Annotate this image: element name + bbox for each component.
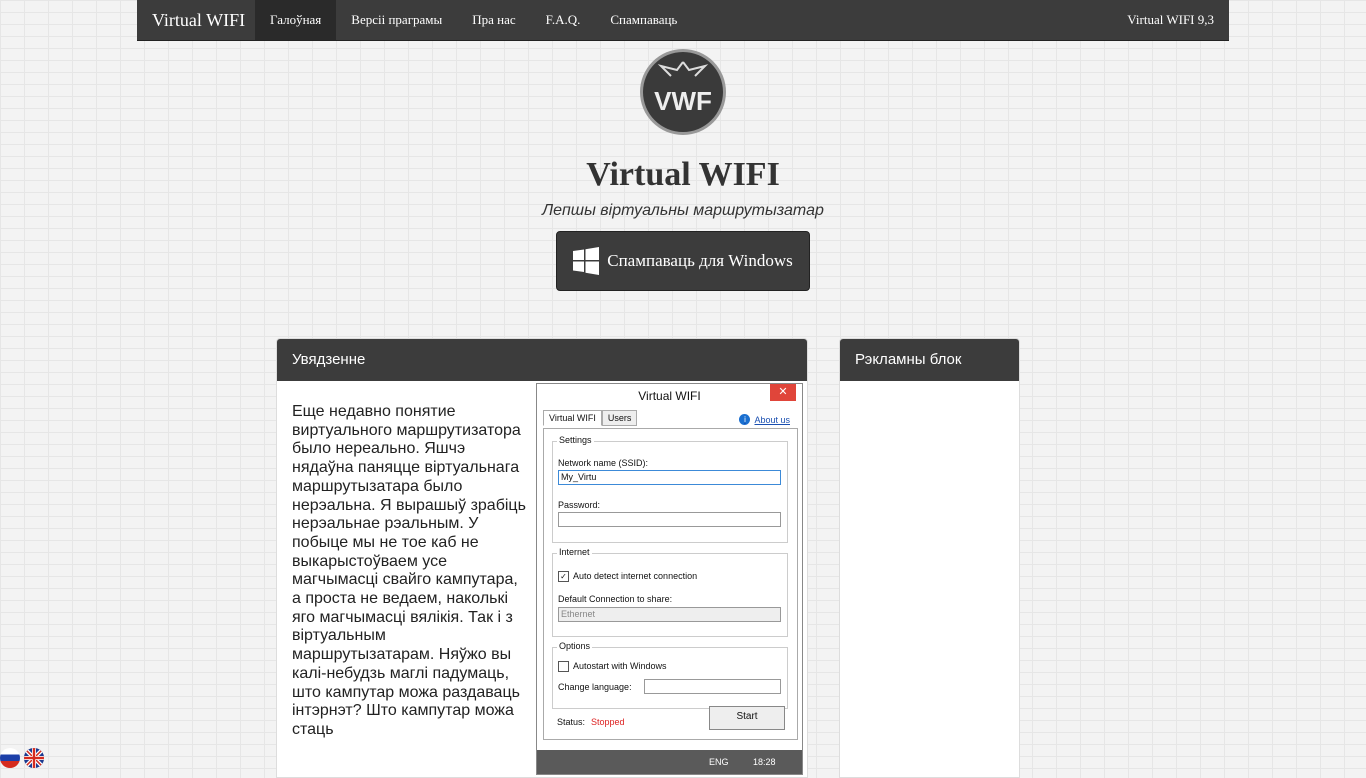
top-navbar: Virtual WIFI Галоўная Версіі праграмы Пр…	[137, 0, 1229, 41]
app-about-label: About us	[754, 414, 790, 425]
flag-ru-icon[interactable]	[0, 748, 20, 768]
settings-label: Settings	[557, 435, 594, 445]
vwf-logo: VWF	[640, 49, 726, 135]
internet-group: Internet ✓ Auto detect internet connecti…	[552, 547, 788, 637]
language-label: Change language:	[558, 682, 632, 692]
status-label: Status:	[557, 717, 586, 727]
ssid-field: My_Virtu	[558, 470, 781, 485]
page-subtitle: Лепшы віртуальны маршрутызатар	[542, 202, 824, 219]
internet-label: Internet	[557, 547, 592, 557]
app-taskbar: ENG 18:28	[537, 750, 802, 774]
default-conn-select: Ethernet	[558, 607, 781, 622]
windows-icon	[573, 247, 600, 275]
nav-item-faq[interactable]: F.A.Q.	[531, 0, 596, 40]
password-field	[558, 512, 781, 527]
app-about-link: i About us	[739, 414, 790, 425]
nav-item-download[interactable]: Спампаваць	[595, 0, 692, 40]
auto-detect-label: Auto detect internet connection	[573, 571, 698, 581]
app-tabs: Virtual WIFI Users	[543, 410, 638, 426]
app-status: Status: Stopped	[557, 717, 625, 727]
taskbar-lang: ENG	[709, 757, 729, 767]
flag-en-icon[interactable]	[24, 748, 44, 768]
download-button-label: Спампаваць для Windows	[607, 251, 793, 270]
intro-heading: Увядзенне	[277, 339, 807, 381]
nav-item-about[interactable]: Пра нас	[457, 0, 530, 40]
close-icon: ✕	[770, 384, 796, 401]
page-title: Virtual WIFI	[586, 156, 780, 193]
settings-group: Settings Network name (SSID): My_Virtu P…	[552, 435, 788, 543]
ad-panel: Рэкламны блок	[839, 338, 1020, 778]
intro-text: Еще недавно понятие виртуального маршрут…	[292, 403, 526, 738]
app-tab-users: Users	[601, 410, 638, 426]
auto-detect-checkbox: ✓	[558, 571, 569, 582]
info-icon: i	[739, 414, 751, 425]
download-windows-button[interactable]: Спампаваць для Windows	[556, 231, 810, 291]
autostart-checkbox	[558, 661, 569, 672]
main-nav: Галоўная Версіі праграмы Пра нас F.A.Q. …	[255, 0, 692, 40]
options-label: Options	[557, 641, 593, 651]
language-select	[644, 679, 781, 694]
ad-heading: Рэкламны блок	[840, 339, 1019, 381]
nav-item-versions[interactable]: Версіі праграмы	[336, 0, 457, 40]
ssid-label: Network name (SSID):	[558, 458, 649, 468]
app-body: Settings Network name (SSID): My_Virtu P…	[543, 428, 798, 740]
version-label: Virtual WIFI 9,3	[1127, 12, 1214, 27]
default-conn-label: Default Connection to share:	[558, 594, 673, 604]
app-screenshot: Virtual WIFI ✕ Virtual WIFI Users i Abou…	[536, 383, 803, 775]
autostart-label: Autostart with Windows	[573, 661, 667, 671]
logo-text: VWF	[654, 86, 712, 116]
nav-item-home[interactable]: Галоўная	[255, 0, 337, 40]
status-value: Stopped	[591, 717, 625, 727]
app-tab-virtual-wifi: Virtual WIFI	[543, 410, 602, 426]
app-start-button: Start	[709, 706, 785, 730]
taskbar-time: 18:28	[753, 757, 776, 767]
intro-panel: Увядзенне Еще недавно понятие виртуально…	[276, 338, 808, 778]
brand-link[interactable]: Virtual WIFI	[137, 0, 260, 40]
app-title: Virtual WIFI	[638, 389, 701, 403]
options-group: Options Autostart with Windows Change la…	[552, 641, 788, 709]
password-label: Password:	[558, 500, 601, 510]
